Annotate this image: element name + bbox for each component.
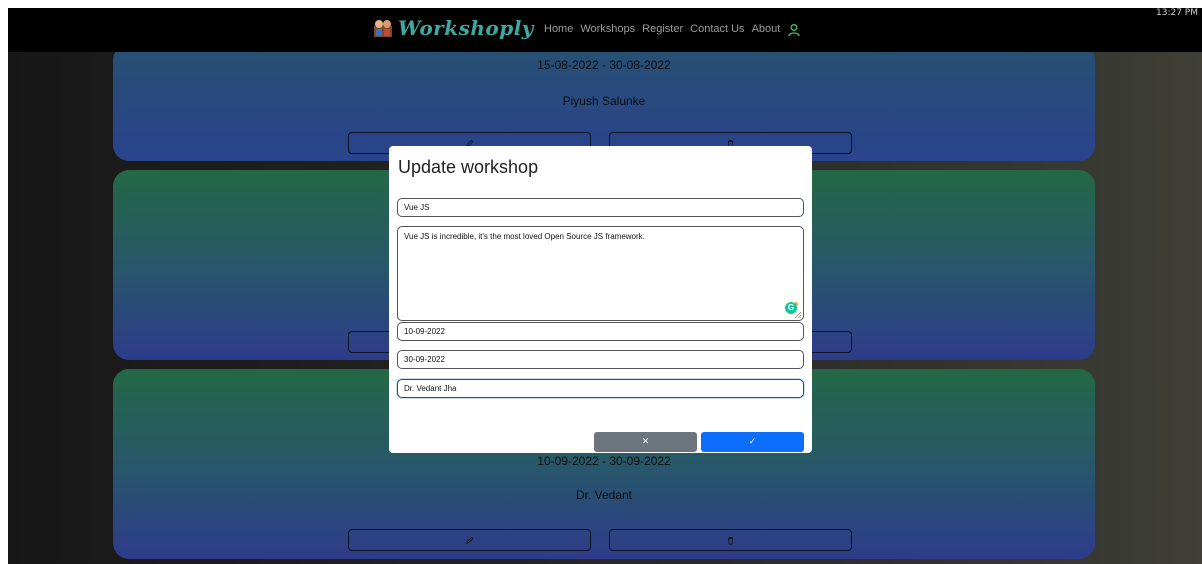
end-date-input[interactable]: 30-09-2022 xyxy=(397,350,804,369)
navbar: Workshoply Home Workshops Register Conta… xyxy=(8,8,1202,52)
resize-handle-icon[interactable] xyxy=(794,311,802,319)
workshop-description-textarea[interactable]: Vue JS is incredible, it's the most love… xyxy=(397,226,804,321)
brand[interactable]: Workshoply xyxy=(372,16,534,40)
app-window: 13:27 PM Workshoply Home Workshops Regis… xyxy=(8,8,1202,564)
nav-links: Home Workshops Register Contact Us About xyxy=(544,22,801,37)
instructor-input[interactable]: Dr. Vedant Jha xyxy=(397,379,804,398)
nav-link-workshops[interactable]: Workshops xyxy=(580,23,635,35)
nav-link-home[interactable]: Home xyxy=(544,23,573,35)
clock: 13:27 PM xyxy=(1156,8,1198,18)
modal-title: Update workshop xyxy=(398,157,539,177)
description-text: Vue JS is incredible, it's the most love… xyxy=(404,232,645,241)
nav-link-about[interactable]: About xyxy=(752,23,781,35)
confirm-button[interactable]: ✓ xyxy=(701,432,804,452)
nav-link-register[interactable]: Register xyxy=(642,23,683,35)
update-workshop-modal: Update workshop Vue JS Vue JS is incredi… xyxy=(389,146,812,453)
close-icon: ✕ xyxy=(641,437,650,447)
workshop-name-input[interactable]: Vue JS xyxy=(397,198,804,217)
cancel-button[interactable]: ✕ xyxy=(594,432,697,452)
brand-name: Workshoply xyxy=(398,16,534,40)
start-date-input[interactable]: 10-09-2022 xyxy=(397,322,804,341)
logo-icon xyxy=(372,17,394,39)
check-icon: ✓ xyxy=(748,437,757,447)
nav-link-contact-us[interactable]: Contact Us xyxy=(690,23,744,35)
user-icon[interactable] xyxy=(787,22,801,37)
